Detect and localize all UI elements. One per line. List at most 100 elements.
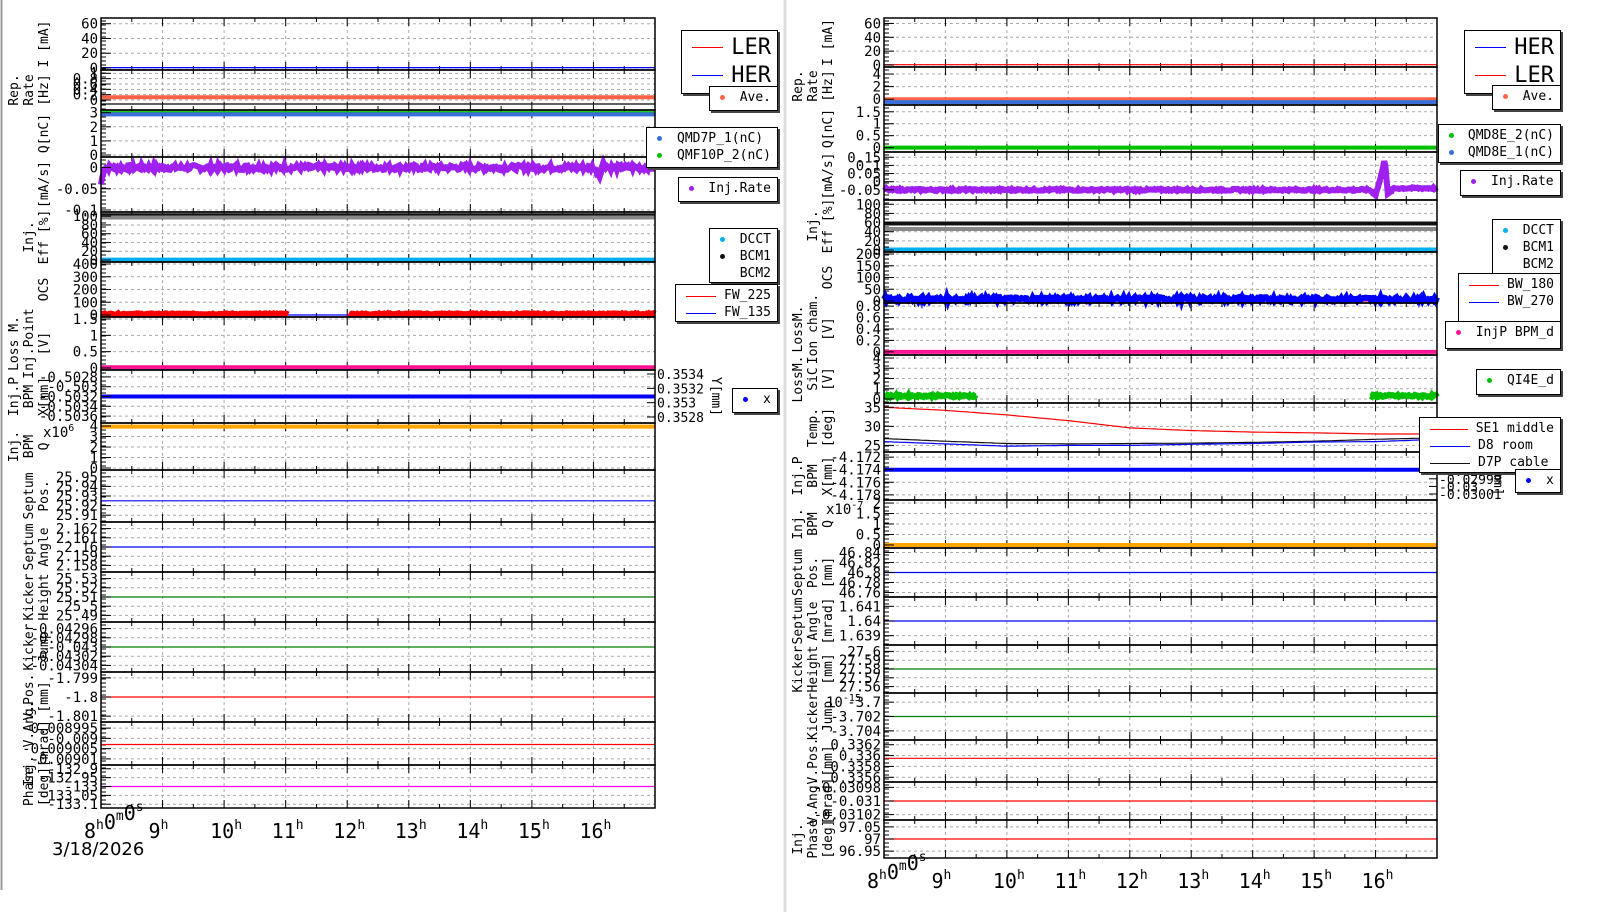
legend-marker-dot-icon [716,252,732,262]
right-chart: 0204060I [mA]024Rep. Rate [Hz]00.511.5Q[nC… [791,16,1505,893]
panel-2: 00.511.5Q[nC] [821,104,1438,157]
legend-box: QI4E_d [1476,369,1561,395]
legend-entry: FW_135 [682,304,771,321]
y-axis-label: [deg] [821,819,836,858]
legend-box: BW_180 BW_270 [1458,273,1561,322]
y-axis-label: Pos. [806,557,821,588]
y-axis-label: Q[nC] [37,114,52,153]
y-axis-label: [mA/s] [37,161,52,208]
panel-frame [100,109,656,158]
legend-marker-none-icon [716,269,732,279]
series-se1-middle [883,406,1437,435]
y-axis-label: [mm] [37,681,52,712]
y-tick-label: -4.172 [830,450,881,466]
panel-15: -133.1-133.05-133-132.95-132.9Phase [deg] [22,762,656,813]
y-axis-label: [mm] [821,557,836,588]
legend-marker-none-icon [1499,260,1515,270]
y-tick-label: 2.162 [56,522,98,538]
series-bw-270 [881,286,1440,312]
legend-marker-line-icon [1426,441,1470,451]
y-tick-label: 200 [856,247,881,263]
y-axis-label: [mm] [821,745,836,776]
legend-entry: QMD8E_2(nC) [1445,127,1554,144]
x-tick-label: 16h [1362,868,1394,893]
y-axis-label: V.Ang. [806,778,821,825]
y-axis-label: Inj. [806,210,821,241]
panel-5: 0100200300400OCS [37,257,657,324]
y-axis-label: Inj. [791,508,806,539]
panel-frame [100,316,656,371]
legend-label: LER [1514,62,1554,88]
legend-marker-line-icon [1426,458,1470,468]
right-y-tick-label: 0.3534 [657,368,704,383]
legend-label: InjP BPM_d [1475,325,1554,340]
legend-label: D8 room [1478,438,1533,453]
panel-14: -3.704-3.702-3.7Kicker Jump [806,692,1438,741]
y-axis-label: LossM. [791,306,806,353]
legend-label: Ave. [1522,89,1554,104]
legend-box: Inj.Rate [678,177,778,202]
legend-entry: BCM2 [716,265,771,282]
y-axis-label: I [mA] [821,19,836,66]
y-axis-label: Q [37,442,52,450]
y-tick-label: 2 [873,496,881,512]
y-axis-label: [deg] [821,408,836,447]
panel-13: 27.5627.5727.5827.5927.6Kicker Height [mm] [791,644,1438,696]
legend-marker-dot-icon [1467,177,1483,187]
y-axis-label: Inj. [791,823,806,854]
legend-box: QMD8E_2(nC) QMD8E_1(nC) [1438,124,1561,163]
panel-frame [883,739,1438,783]
legend-label: HER [1514,34,1554,60]
y-tick-label: 4 [873,67,881,83]
series-cable [883,437,1438,445]
legend-entry: x [1522,472,1554,489]
panel-frame [883,451,1438,501]
x-tick-label: 12h [1116,868,1148,893]
legend-label: BCM2 [739,266,771,281]
y-axis-label: [mrad] [37,720,52,767]
panel-9: 25.9125.9225.9325.9425.95Septum Pos. [22,469,656,524]
legend-entry: SE1 middle [1426,420,1554,437]
y-tick-label: 60 [864,16,881,32]
panel-15: 0.33560.33580.3360.3362V.Pos. [mm] [806,738,1438,786]
x-tick-label: 15h [1300,868,1332,893]
y-tick-label: 40 [864,30,881,46]
y-tick-label: 0.3362 [830,738,881,754]
panel-0: 0204060I [mA] [821,16,1438,74]
legend-marker-line-icon [1471,42,1507,52]
y-tick-label: 20 [81,46,98,62]
legend-entry: Inj.Rate [685,180,771,197]
y-axis-label: Septum [791,549,806,596]
right-y-tick-label: 0.353 [657,397,696,412]
panel-6: 00.511.5Loss M. Inj.Point [V] [7,308,656,379]
y-axis-label: Inj.Point [22,308,37,378]
legend-marker-line-icon [1465,297,1500,307]
legend-entry: Ave. [716,89,771,106]
x-tick-label: 12h [333,818,365,843]
y-axis-label: Rate [22,74,37,105]
series-inj-rate [882,160,1439,202]
x-tick-label: 9h [931,868,951,893]
legend-label: QMD7P_1(nC) [677,131,764,146]
legend-box: x [1515,469,1561,493]
legend-label: QMD8E_2(nC) [1467,128,1554,143]
y-axis-label: X[mm] [821,456,836,495]
y-axis-label: [Hz] [821,70,836,101]
y-axis-label: LossM. [791,356,806,403]
y-axis-label: Rep. [7,74,22,105]
y-tick-label: 1.64 [847,614,881,630]
x-tick-label: 10h [993,868,1025,893]
legend-label: LER [731,34,771,60]
legend-box: Inj.Rate [1460,170,1561,196]
legend-entry: Inj.Rate [1467,173,1554,190]
y-tick-label: 400 [73,257,98,273]
y-axis-label: Septum [22,523,37,570]
y-axis-label: SiC [806,367,821,390]
legend-entry: LER [688,33,771,61]
y-axis-label: Height [37,574,52,621]
legend-label: DCCT [739,232,771,247]
panel-12: 1.6391.641.641 Septum Angle [mrad] [791,596,1438,646]
legend-marker-dot-icon [739,395,755,405]
right-y-tick-label: 0.3532 [657,382,704,397]
legend-label: Inj.Rate [708,181,771,196]
